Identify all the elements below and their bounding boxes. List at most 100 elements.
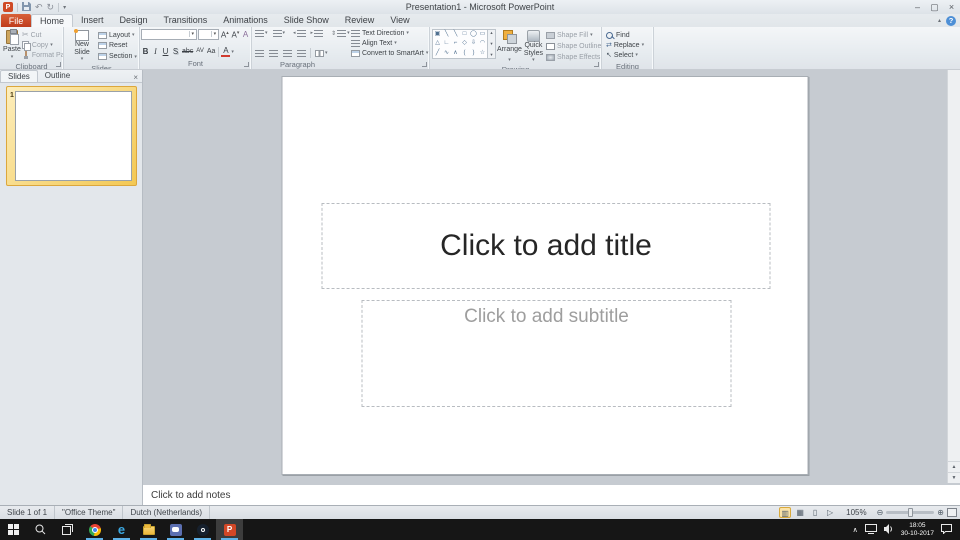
task-view-button[interactable] [54, 519, 81, 540]
grow-font-button[interactable]: A▴ [220, 28, 230, 41]
arrange-button[interactable]: Arrange ▾ [496, 29, 523, 65]
title-placeholder[interactable]: Click to add title [322, 203, 771, 289]
zoom-out-button[interactable]: ⊖ [877, 508, 884, 517]
quick-styles-button[interactable]: Quick Styles ▾ [523, 29, 544, 65]
start-button[interactable] [0, 519, 27, 540]
close-panel-icon[interactable]: × [133, 73, 142, 82]
italic-button[interactable]: I [151, 46, 160, 57]
align-center-button[interactable] [267, 49, 280, 58]
powerpoint-app-icon[interactable]: P [3, 2, 13, 12]
taskbar-chrome-button[interactable] [81, 519, 108, 540]
zoom-level[interactable]: 105% [839, 508, 873, 517]
next-slide-button[interactable]: ▼ [948, 472, 960, 483]
change-case-button[interactable]: Aa [206, 46, 217, 57]
paste-button[interactable]: Paste ▾ [2, 29, 22, 62]
taskbar-clock[interactable]: 18:05 30-10-2017 [901, 522, 934, 537]
tab-outline[interactable]: Outline [38, 70, 77, 82]
tab-animations[interactable]: Animations [215, 14, 276, 27]
tab-transitions[interactable]: Transitions [156, 14, 216, 27]
tab-slide-show[interactable]: Slide Show [276, 14, 337, 27]
zoom-slider-thumb[interactable] [908, 508, 913, 517]
justify-button[interactable] [295, 49, 308, 58]
slide-editing-surface[interactable]: Click to add title Click to add subtitle [282, 76, 809, 475]
format-painter-button[interactable]: Format Painter [22, 50, 64, 60]
show-hidden-icons-chevron[interactable]: ∧ [853, 526, 858, 534]
redo-button[interactable]: ↻ [47, 2, 55, 12]
strikethrough-button[interactable]: abc [181, 46, 194, 57]
tab-review[interactable]: Review [337, 14, 383, 27]
text-shadow-button[interactable]: S [171, 46, 180, 57]
slide-show-button[interactable]: ▷ [824, 507, 836, 518]
shape-outline-button[interactable]: Shape Outline▾ [546, 41, 602, 51]
bullets-button[interactable]: ▾ [253, 29, 270, 38]
undo-button[interactable]: ↶ [35, 2, 43, 12]
notes-pane[interactable]: Click to add notes [143, 483, 960, 505]
font-dialog-launcher-icon[interactable] [244, 62, 249, 67]
slide-counter[interactable]: Slide 1 of 1 [0, 506, 55, 519]
font-size-combo[interactable]: ▾ [198, 29, 219, 40]
normal-view-button[interactable]: ▥ [779, 507, 791, 518]
align-right-button[interactable] [281, 49, 294, 58]
taskbar-edge-button[interactable]: e [108, 519, 135, 540]
cut-button[interactable]: ✂ Cut [22, 30, 64, 40]
taskbar-powerpoint-button[interactable]: P [216, 519, 243, 540]
align-text-button[interactable]: Align Text▾ [351, 38, 428, 48]
columns-button[interactable]: ▾ [313, 49, 330, 58]
taskbar-search-button[interactable] [27, 519, 54, 540]
clear-formatting-button[interactable]: A [241, 29, 250, 40]
subtitle-placeholder[interactable]: Click to add subtitle [362, 300, 732, 407]
section-button[interactable]: Section ▾ [98, 52, 137, 62]
layout-button[interactable]: Layout ▾ [98, 30, 137, 40]
save-icon[interactable] [22, 2, 31, 13]
zoom-slider[interactable] [886, 511, 934, 514]
vertical-scrollbar[interactable]: ▲ ▼ [947, 70, 960, 483]
text-direction-button[interactable]: Text Direction▾ [351, 28, 428, 38]
align-left-button[interactable] [253, 49, 266, 58]
action-center-icon[interactable] [941, 521, 952, 539]
restore-button[interactable]: ▢ [926, 1, 943, 14]
paragraph-dialog-launcher-icon[interactable] [422, 62, 427, 67]
underline-button[interactable]: U [161, 46, 170, 57]
zoom-in-button[interactable]: ⊕ [937, 508, 944, 517]
replace-button[interactable]: ⇄ Replace▾ [606, 40, 644, 50]
reading-view-button[interactable]: ▯ [809, 507, 821, 518]
shapes-gallery[interactable]: ▣╲╲□◯▭ △∟⌐◇⇩◠ ╱∿∧()☆ [432, 29, 488, 59]
decrease-indent-button[interactable]: ◂ [291, 29, 308, 38]
tab-home[interactable]: Home [31, 14, 73, 27]
select-button[interactable]: ↖ Select▾ [606, 50, 644, 60]
minimize-button[interactable]: – [909, 1, 926, 14]
tab-insert[interactable]: Insert [73, 14, 112, 27]
tab-file[interactable]: File [1, 14, 31, 27]
network-icon[interactable] [865, 521, 877, 539]
increase-indent-button[interactable]: ▸ [309, 29, 326, 38]
fit-slide-to-window-button[interactable] [947, 508, 957, 517]
tab-slides-thumbnails[interactable]: Slides [0, 70, 38, 82]
character-spacing-button[interactable]: AV [195, 46, 205, 57]
slide-1-thumbnail[interactable]: 1 [6, 86, 137, 186]
slide-sorter-view-button[interactable]: ▦ [794, 507, 806, 518]
new-slide-button[interactable]: New Slide ▾ [66, 29, 98, 64]
font-color-button[interactable]: A [221, 46, 230, 57]
copy-button[interactable]: Copy ▾ [22, 40, 64, 50]
previous-slide-button[interactable]: ▲ [948, 461, 960, 472]
tab-view[interactable]: View [382, 14, 417, 27]
minimize-ribbon-icon[interactable]: ▴ [938, 17, 941, 24]
language-indicator[interactable]: Dutch (Netherlands) [123, 506, 210, 519]
find-button[interactable]: Find [606, 30, 644, 40]
close-button[interactable]: × [943, 1, 960, 14]
taskbar-discord-button[interactable] [162, 519, 189, 540]
bold-button[interactable]: B [141, 46, 150, 57]
convert-to-smartart-button[interactable]: Convert to SmartArt▾ [351, 48, 428, 58]
shapes-gallery-scrollbar[interactable]: ▴▾▾ [488, 29, 496, 59]
font-name-combo[interactable]: ▾ [141, 29, 197, 40]
drawing-dialog-launcher-icon[interactable] [594, 62, 599, 67]
taskbar-file-explorer-button[interactable] [135, 519, 162, 540]
qat-customize-dropdown[interactable]: ▾ [63, 4, 66, 11]
help-icon[interactable]: ? [946, 16, 956, 26]
shrink-font-button[interactable]: A▾ [230, 28, 240, 41]
numbering-button[interactable]: ▾ [271, 29, 288, 38]
clipboard-dialog-launcher-icon[interactable] [56, 62, 61, 67]
theme-name[interactable]: "Office Theme" [55, 506, 123, 519]
shape-fill-button[interactable]: Shape Fill▾ [546, 30, 602, 40]
taskbar-steam-button[interactable] [189, 519, 216, 540]
